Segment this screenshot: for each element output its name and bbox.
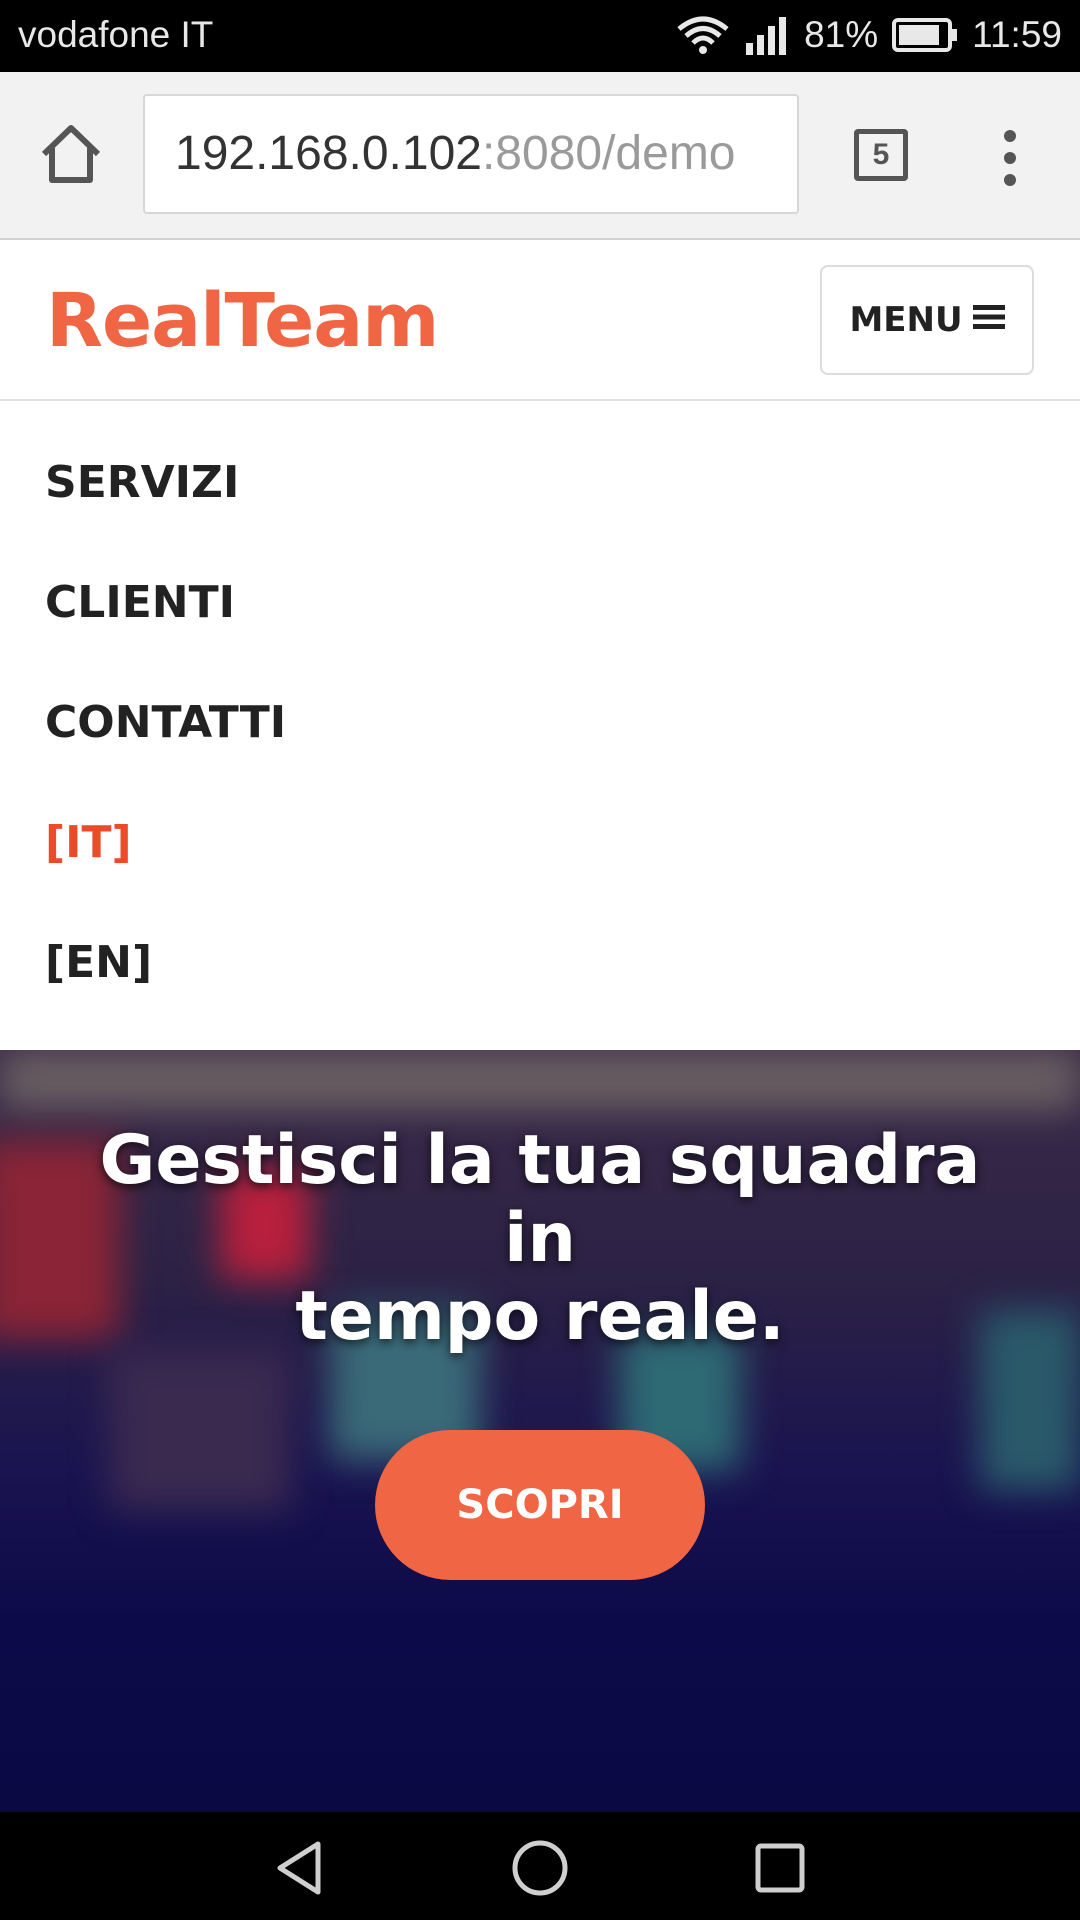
battery-percent: 81% bbox=[804, 14, 879, 55]
hero-title-line-1: Gestisci la tua squadra in bbox=[99, 1121, 981, 1278]
tabs-icon[interactable]: 5 bbox=[854, 129, 908, 181]
signal-icon bbox=[744, 15, 790, 55]
hamburger-icon bbox=[972, 300, 1005, 340]
system-nav-bar bbox=[0, 1812, 1080, 1920]
battery-icon bbox=[892, 18, 958, 52]
scopri-button[interactable]: SCOPRI bbox=[375, 1430, 705, 1580]
menu-button[interactable]: MENU bbox=[820, 265, 1034, 375]
site-header: RealTeam MENU bbox=[0, 240, 1080, 401]
hero-bg-shadow bbox=[110, 1350, 290, 1510]
back-icon[interactable] bbox=[270, 1838, 330, 1898]
hero-bg-top bbox=[0, 1050, 1080, 1110]
hero-section: Gestisci la tua squadra in tempo reale. … bbox=[0, 1050, 1080, 1812]
recents-icon[interactable] bbox=[750, 1838, 810, 1898]
hero-title: Gestisci la tua squadra in tempo reale. bbox=[60, 1122, 1020, 1356]
status-bar: vodafone IT 81% 11:59 bbox=[0, 0, 1080, 72]
nav-item-lang-en[interactable]: [EN] bbox=[45, 937, 152, 988]
clock: 11:59 bbox=[972, 14, 1062, 55]
nav-item-contatti[interactable]: CONTATTI bbox=[45, 697, 286, 748]
wifi-icon bbox=[676, 15, 730, 55]
browser-toolbar: 192.168.0.102:8080/demo 5 bbox=[0, 72, 1080, 240]
url-host: 192.168.0.102 bbox=[175, 127, 482, 180]
hero-title-line-2: tempo reale. bbox=[295, 1277, 785, 1356]
more-vert-icon[interactable] bbox=[995, 128, 1025, 188]
url-path: :8080/demo bbox=[481, 127, 736, 180]
carrier-label: vodafone IT bbox=[18, 14, 214, 55]
home-circle-icon[interactable] bbox=[510, 1838, 570, 1898]
nav-item-clienti[interactable]: CLIENTI bbox=[45, 577, 235, 628]
status-right: 81% 11:59 bbox=[676, 14, 1062, 56]
brand-logo[interactable]: RealTeam bbox=[46, 278, 439, 364]
nav-item-servizi[interactable]: SERVIZI bbox=[45, 457, 239, 508]
nav-item-lang-it[interactable]: [IT] bbox=[45, 817, 132, 868]
home-icon[interactable] bbox=[38, 122, 104, 188]
address-bar[interactable]: 192.168.0.102:8080/demo bbox=[143, 94, 799, 214]
nav-menu: SERVIZI CLIENTI CONTATTI [IT] [EN] bbox=[0, 401, 1080, 1050]
menu-label: MENU bbox=[849, 300, 963, 340]
